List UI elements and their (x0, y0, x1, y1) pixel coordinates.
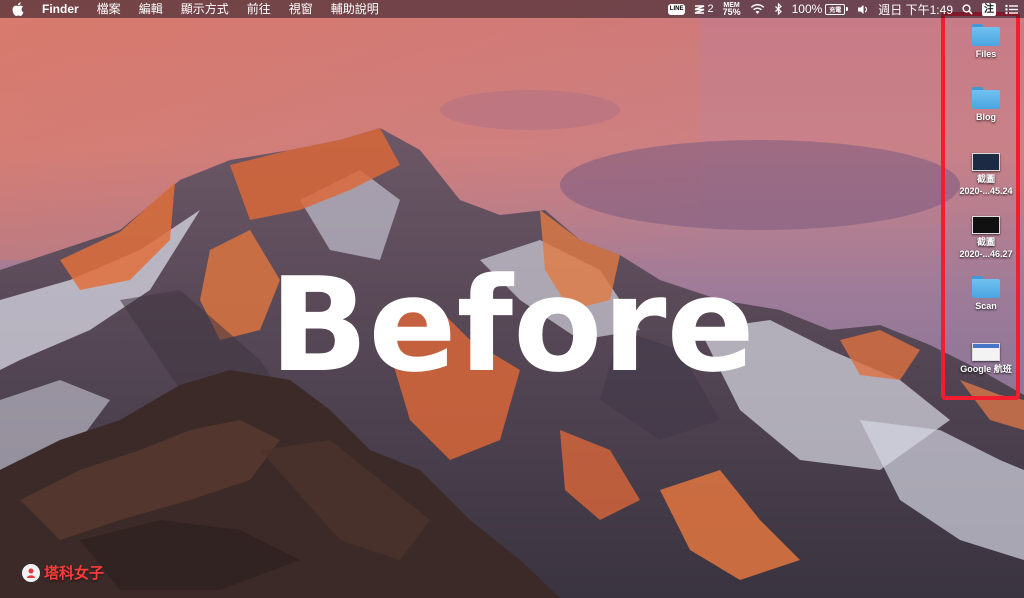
desktop-icon-screenshot-2[interactable]: 截圖 2020-...46.27 (941, 216, 1024, 260)
desktop-icon-label: Files (975, 49, 997, 59)
menu-edit[interactable]: 編輯 (130, 0, 172, 18)
clock[interactable]: 週日 下午1:49 (878, 1, 953, 18)
folder-icon (972, 87, 1000, 109)
menu-view[interactable]: 顯示方式 (172, 0, 238, 18)
screenshot-icon (972, 216, 1000, 234)
menu-go[interactable]: 前往 (238, 0, 280, 18)
desktop-icon-label: Google 航班 (960, 364, 1012, 374)
notification-center-icon[interactable] (1005, 4, 1018, 15)
watermark: 塔科女子 (22, 562, 104, 583)
desktop-icon-blog[interactable]: Blog (941, 87, 1024, 123)
volume-icon[interactable] (857, 4, 869, 15)
spotlight-search-icon[interactable] (962, 3, 973, 15)
bluetooth-icon[interactable] (774, 3, 783, 15)
menu-help[interactable]: 輔助說明 (322, 0, 388, 18)
desktop-icon-label: Blog (976, 112, 996, 122)
dropbox-icon (695, 4, 705, 14)
highlight-box (941, 12, 1020, 400)
watermark-text: 塔科女子 (44, 565, 105, 582)
desktop-icon-label: 截圖 2020-...45.24 (959, 174, 1013, 196)
input-method-icon[interactable]: 注 (982, 2, 996, 16)
memory-value: 75% (722, 7, 741, 17)
wifi-icon[interactable] (750, 3, 765, 15)
desktop-icon-screenshot-1[interactable]: 截圖 2020-...45.24 (941, 153, 1024, 197)
menu-bar: Finder 檔案 編輯 顯示方式 前往 視窗 輔助說明 LINE 2 MEM … (0, 0, 1024, 18)
battery-icon: 充電 (825, 3, 849, 15)
battery-percent: 100% (791, 2, 823, 16)
battery-charging-label: 充電 (829, 7, 842, 14)
dropbox-status[interactable]: 2 (694, 3, 714, 15)
memory-monitor[interactable]: MEM 75% (722, 2, 741, 17)
desktop-icon-scan[interactable]: Scan (941, 276, 1024, 312)
menu-file[interactable]: 檔案 (88, 0, 130, 18)
watermark-logo-icon (22, 563, 40, 582)
desktop-icon-google-flights[interactable]: Google 航班 (941, 343, 1024, 375)
desktop-icon-label: Scan (975, 301, 997, 311)
line-icon[interactable]: LINE (667, 3, 686, 15)
desktop-icon-files[interactable]: Files (941, 24, 1024, 60)
dropbox-count: 2 (707, 3, 714, 15)
before-caption: Before (269, 249, 755, 401)
webloc-icon (972, 343, 1000, 361)
desktop-icon-label: 截圖 2020-...46.27 (959, 237, 1013, 259)
menu-window[interactable]: 視窗 (280, 0, 322, 18)
app-menu-finder[interactable]: Finder (36, 0, 88, 18)
screenshot-icon (972, 153, 1000, 171)
battery-status[interactable]: 100% 充電 (792, 2, 849, 16)
folder-icon (972, 24, 1000, 46)
apple-menu-icon[interactable] (0, 2, 36, 16)
folder-icon (972, 276, 1000, 298)
